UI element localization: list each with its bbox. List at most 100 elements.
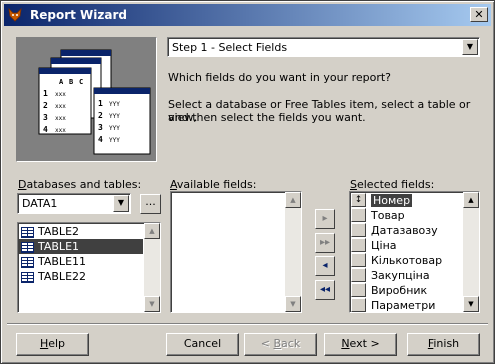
scroll-up-icon[interactable]: ▲ xyxy=(144,223,160,239)
title-bar[interactable]: Report Wizard ✕ xyxy=(4,4,491,26)
question-text: Which fields do you want in your report? xyxy=(168,71,392,84)
field-handle[interactable] xyxy=(351,223,366,237)
scroll-up-icon[interactable]: ▲ xyxy=(285,192,301,208)
report-sheets-icon: A B C 1 2 3 4 xxx xxx xxx xxx 1 2 3 4 YY… xyxy=(38,49,151,155)
help-hotkey: H xyxy=(39,337,49,350)
selected-field-label: Товар xyxy=(371,209,405,222)
selected-field-label: Параметри xyxy=(371,299,436,312)
report-wizard-window: Report Wizard ✕ A B C 1 2 3 4 xxx xxx xx… xyxy=(0,0,495,364)
table-item[interactable]: TABLE22 xyxy=(18,269,160,284)
scroll-up-icon[interactable]: ▲ xyxy=(463,192,479,208)
available-fields-list[interactable]: ▲ ▼ xyxy=(170,191,302,313)
chevron-down-icon[interactable]: ▼ xyxy=(462,39,478,55)
next-button[interactable]: Next > xyxy=(324,333,397,356)
available-fields-label: Available fields: xyxy=(170,178,256,191)
sheet1-letter-b: B xyxy=(69,78,73,86)
arrow-left-icon: ◂ xyxy=(322,260,328,271)
selected-field-label: Номер xyxy=(371,194,413,207)
selected-field-item[interactable]: ↕ Номер xyxy=(351,193,479,208)
remove-all-fields-button[interactable]: ◂◂ xyxy=(315,280,335,300)
tables-list[interactable]: TABLE2 TABLE1 TABLE11 TABLE22 ▲ ▼ xyxy=(17,222,161,313)
move-handle-icon[interactable]: ↕ xyxy=(351,193,366,207)
table-item[interactable]: TABLE2 xyxy=(18,224,160,239)
table-icon xyxy=(21,241,34,253)
fox-icon xyxy=(8,7,22,22)
help-label: elp xyxy=(48,337,66,350)
databases-label: Databases and tables: xyxy=(18,178,141,191)
back-button[interactable]: < Back xyxy=(244,333,317,356)
table-icon xyxy=(21,256,34,268)
table-icon xyxy=(21,226,34,238)
cancel-button[interactable]: Cancel xyxy=(166,333,239,356)
sheet2-row-1: 1 xyxy=(98,99,103,108)
scroll-down-icon[interactable]: ▼ xyxy=(285,296,301,312)
sheet2-cell-2: YYY xyxy=(109,113,120,120)
sheet1-cell-1: xxx xyxy=(55,91,66,98)
scroll-down-icon[interactable]: ▼ xyxy=(463,296,479,312)
databases-label-rest: atabases and tables: xyxy=(26,178,142,191)
selected-field-item[interactable]: Датазавозу xyxy=(351,223,479,238)
table-item-label: TABLE1 xyxy=(38,240,80,253)
scroll-down-icon[interactable]: ▼ xyxy=(144,296,160,312)
selected-field-label: Ціна xyxy=(371,239,397,252)
selected-scrollbar[interactable]: ▲ ▼ xyxy=(463,192,479,312)
table-item-selected[interactable]: TABLE1 xyxy=(18,239,143,254)
chevron-down-icon[interactable]: ▼ xyxy=(113,195,129,212)
separator xyxy=(7,323,488,325)
finish-button[interactable]: Finish xyxy=(407,333,480,356)
selected-field-label: Виробник xyxy=(371,284,428,297)
selected-field-item[interactable]: Виробник xyxy=(351,283,479,298)
finish-label: inish xyxy=(433,337,460,350)
field-handle[interactable] xyxy=(351,238,366,252)
field-handle[interactable] xyxy=(351,208,366,222)
table-item-label: TABLE11 xyxy=(38,255,87,268)
selected-field-item[interactable]: Ціна xyxy=(351,238,479,253)
selected-field-item[interactable]: Товар xyxy=(351,208,479,223)
add-field-button[interactable]: ▸ xyxy=(315,209,335,229)
field-handle[interactable] xyxy=(351,268,366,282)
selected-field-label: Датазавозу xyxy=(371,224,438,237)
database-select-value: DATA1 xyxy=(22,197,58,210)
sheet1-row-4: 4 xyxy=(43,125,48,134)
sheet2-row-4: 4 xyxy=(98,135,103,144)
selected-fields-list[interactable]: ↕ Номер Товар Датазавозу Ціна Кількотовар… xyxy=(349,191,480,313)
browse-database-button[interactable]: ... xyxy=(140,194,161,214)
help-button[interactable]: Help xyxy=(16,333,89,356)
field-handle[interactable] xyxy=(351,298,366,312)
table-icon xyxy=(21,271,34,283)
sheet1-cell-2: xxx xyxy=(55,103,66,110)
remove-field-button[interactable]: ◂ xyxy=(315,256,335,276)
selected-field-item[interactable]: Параметри xyxy=(351,298,479,313)
sheet1-cell-4: xxx xyxy=(55,127,66,134)
double-arrow-right-icon: ▸▸ xyxy=(319,237,331,248)
sheet1-letter-c: C xyxy=(79,78,83,86)
back-label: ack xyxy=(281,337,301,350)
selected-field-label: Закупціна xyxy=(371,269,430,282)
selected-field-item[interactable]: Закупціна xyxy=(351,268,479,283)
step-select[interactable]: Step 1 - Select Fields ▼ xyxy=(167,37,480,57)
available-scrollbar[interactable]: ▲ ▼ xyxy=(285,192,301,312)
next-label: ext > xyxy=(349,337,380,350)
table-item-label: TABLE22 xyxy=(38,270,87,283)
selected-label-hotkey: S xyxy=(350,178,357,191)
sheet2-cell-4: YYY xyxy=(109,137,120,144)
table-item[interactable]: TABLE11 xyxy=(18,254,160,269)
sheet2-row-3: 3 xyxy=(98,123,103,132)
add-all-fields-button[interactable]: ▸▸ xyxy=(315,233,335,253)
field-handle[interactable] xyxy=(351,283,366,297)
sheet2-cell-1: YYY xyxy=(109,101,120,108)
selected-field-item[interactable]: Кількотовар xyxy=(351,253,479,268)
sheet1-cell-3: xxx xyxy=(55,115,66,122)
field-handle[interactable] xyxy=(351,253,366,267)
database-select[interactable]: DATA1 ▼ xyxy=(17,193,131,214)
back-prefix: < xyxy=(260,337,274,350)
table-item-label: TABLE2 xyxy=(38,225,80,238)
arrow-right-icon: ▸ xyxy=(322,213,328,224)
wizard-illustration: A B C 1 2 3 4 xxx xxx xxx xxx 1 2 3 4 YY… xyxy=(16,37,157,162)
available-label-rest: vailable fields: xyxy=(176,178,257,191)
selected-field-label: Кількотовар xyxy=(371,254,443,267)
sheet2-row-2: 2 xyxy=(98,111,103,120)
instructions-line-2: and then select the fields you want. xyxy=(168,111,366,124)
close-button[interactable]: ✕ xyxy=(470,7,488,22)
tables-scrollbar[interactable]: ▲ ▼ xyxy=(144,223,160,312)
